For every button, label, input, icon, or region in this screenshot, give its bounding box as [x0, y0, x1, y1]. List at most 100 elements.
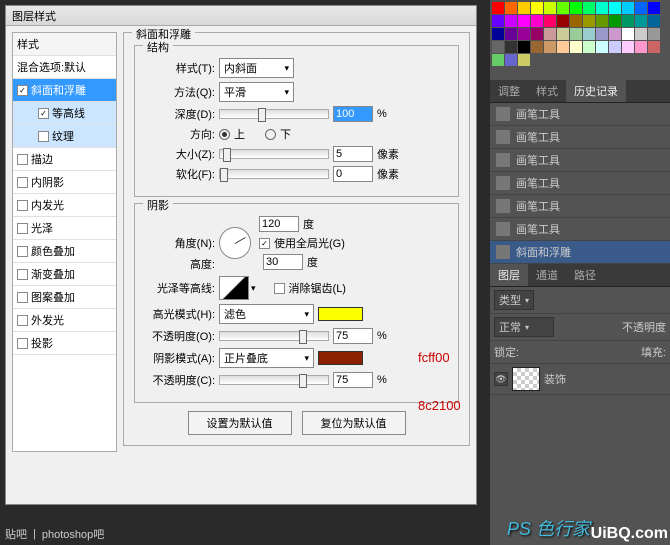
sidebar-item-10[interactable]: 外发光 [13, 309, 116, 332]
sidebar-item-11[interactable]: 投影 [13, 332, 116, 355]
swatches-panel[interactable] [490, 0, 670, 80]
swatch-27[interactable] [505, 28, 517, 40]
swatch-26[interactable] [492, 28, 504, 40]
visibility-toggle[interactable]: 👁 [494, 372, 508, 386]
layer-thumbnail[interactable] [512, 367, 540, 391]
swatch-47[interactable] [596, 41, 608, 53]
make-default-button[interactable]: 设置为默认值 [188, 411, 292, 435]
swatch-13[interactable] [492, 15, 504, 27]
sidebar-item-7[interactable]: 颜色叠加 [13, 240, 116, 263]
swatch-32[interactable] [570, 28, 582, 40]
history-item-2[interactable]: 画笔工具 [490, 149, 670, 172]
tab-layers[interactable]: 图层 [490, 264, 528, 286]
swatch-34[interactable] [596, 28, 608, 40]
sidebar-checkbox-2[interactable] [38, 131, 49, 142]
swatch-9[interactable] [609, 2, 621, 14]
history-item-3[interactable]: 画笔工具 [490, 172, 670, 195]
swatch-25[interactable] [648, 15, 660, 27]
reset-default-button[interactable]: 复位为默认值 [302, 411, 406, 435]
swatch-8[interactable] [596, 2, 608, 14]
dialog-title-bar[interactable]: 图层样式 [6, 6, 476, 26]
swatch-12[interactable] [648, 2, 660, 14]
swatch-30[interactable] [544, 28, 556, 40]
swatch-44[interactable] [557, 41, 569, 53]
shadow-opacity-slider[interactable] [219, 375, 329, 385]
swatch-37[interactable] [635, 28, 647, 40]
swatch-43[interactable] [544, 41, 556, 53]
swatch-36[interactable] [622, 28, 634, 40]
swatch-1[interactable] [505, 2, 517, 14]
swatch-52[interactable] [492, 54, 504, 66]
swatch-51[interactable] [648, 41, 660, 53]
swatch-28[interactable] [518, 28, 530, 40]
highlight-color-swatch[interactable] [318, 307, 363, 321]
history-item-6[interactable]: 斜面和浮雕 [490, 241, 670, 264]
sidebar-checkbox-0[interactable] [17, 85, 28, 96]
sidebar-checkbox-1[interactable] [38, 108, 49, 119]
swatch-7[interactable] [583, 2, 595, 14]
sidebar-checkbox-9[interactable] [17, 292, 28, 303]
sidebar-checkbox-8[interactable] [17, 269, 28, 280]
soften-slider[interactable] [219, 169, 329, 179]
style-select[interactable]: 内斜面 [219, 58, 294, 78]
swatch-23[interactable] [622, 15, 634, 27]
global-light-checkbox[interactable] [259, 238, 270, 249]
depth-input[interactable]: 100 [333, 106, 373, 122]
sidebar-item-3[interactable]: 描边 [13, 148, 116, 171]
depth-slider[interactable] [219, 109, 329, 119]
sidebar-checkbox-10[interactable] [17, 315, 28, 326]
swatch-31[interactable] [557, 28, 569, 40]
swatch-29[interactable] [531, 28, 543, 40]
swatch-49[interactable] [622, 41, 634, 53]
history-item-0[interactable]: 画笔工具 [490, 103, 670, 126]
size-input[interactable]: 5 [333, 146, 373, 162]
swatch-50[interactable] [635, 41, 647, 53]
soften-input[interactable]: 0 [333, 166, 373, 182]
angle-input[interactable]: 120 [259, 216, 299, 232]
shadow-opacity-input[interactable]: 75 [333, 372, 373, 388]
swatch-38[interactable] [648, 28, 660, 40]
sidebar-item-9[interactable]: 图案叠加 [13, 286, 116, 309]
swatch-35[interactable] [609, 28, 621, 40]
swatch-2[interactable] [518, 2, 530, 14]
swatch-39[interactable] [492, 41, 504, 53]
swatch-17[interactable] [544, 15, 556, 27]
history-item-4[interactable]: 画笔工具 [490, 195, 670, 218]
swatch-6[interactable] [570, 2, 582, 14]
swatch-42[interactable] [531, 41, 543, 53]
layer-row[interactable]: 👁 装饰 [490, 364, 670, 395]
history-item-5[interactable]: 画笔工具 [490, 218, 670, 241]
sidebar-item-4[interactable]: 内阴影 [13, 171, 116, 194]
swatch-0[interactable] [492, 2, 504, 14]
swatch-16[interactable] [531, 15, 543, 27]
antialias-checkbox[interactable] [274, 283, 285, 294]
swatch-20[interactable] [583, 15, 595, 27]
swatch-53[interactable] [505, 54, 517, 66]
sidebar-blend-options[interactable]: 混合选项:默认 [13, 56, 116, 79]
sidebar-checkbox-3[interactable] [17, 154, 28, 165]
swatch-4[interactable] [544, 2, 556, 14]
swatch-19[interactable] [570, 15, 582, 27]
shadow-mode-select[interactable]: 正片叠底 [219, 348, 314, 368]
swatch-14[interactable] [505, 15, 517, 27]
swatch-41[interactable] [518, 41, 530, 53]
tab-history[interactable]: 历史记录 [566, 80, 626, 102]
altitude-input[interactable]: 30 [263, 254, 303, 270]
swatch-18[interactable] [557, 15, 569, 27]
swatch-11[interactable] [635, 2, 647, 14]
swatch-10[interactable] [622, 2, 634, 14]
swatch-33[interactable] [583, 28, 595, 40]
gloss-contour-picker[interactable] [219, 276, 256, 300]
direction-up-radio[interactable] [219, 129, 230, 140]
sidebar-checkbox-4[interactable] [17, 177, 28, 188]
highlight-opacity-input[interactable]: 75 [333, 328, 373, 344]
swatch-45[interactable] [570, 41, 582, 53]
swatch-3[interactable] [531, 2, 543, 14]
swatch-54[interactable] [518, 54, 530, 66]
swatch-40[interactable] [505, 41, 517, 53]
sidebar-item-2[interactable]: 纹理 [13, 125, 116, 148]
tab-channels[interactable]: 通道 [528, 264, 566, 286]
history-item-1[interactable]: 画笔工具 [490, 126, 670, 149]
swatch-15[interactable] [518, 15, 530, 27]
angle-widget[interactable] [219, 227, 251, 259]
